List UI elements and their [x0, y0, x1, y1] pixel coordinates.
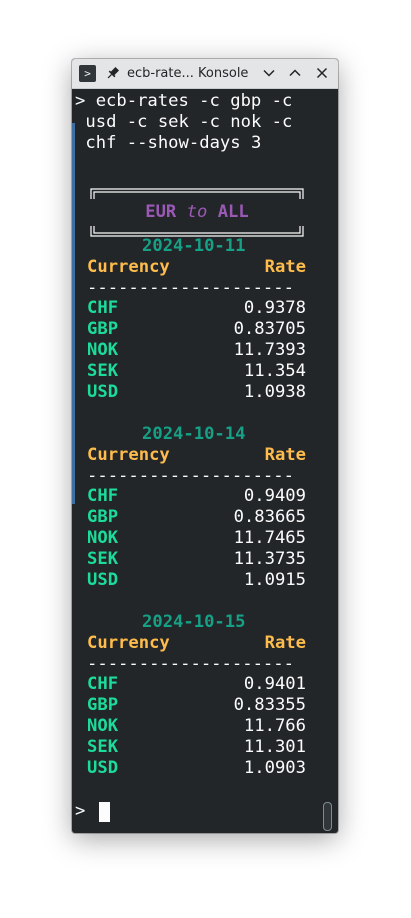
currency-rate: 1.0938: [243, 381, 306, 402]
currency-rate: 0.9401: [243, 674, 306, 695]
currency-code: SEK: [87, 548, 119, 569]
currency-code: GBP: [87, 695, 119, 716]
close-button[interactable]: [314, 65, 330, 81]
terminal-icon[interactable]: >: [79, 65, 96, 82]
currency-code: NOK: [87, 340, 119, 360]
currency-code: SEK: [87, 360, 119, 381]
currency-rate: 0.83665: [233, 507, 306, 528]
banner-to: ALL: [217, 202, 249, 222]
currency-code: GBP: [87, 319, 119, 340]
currency-rate: 11.7393: [233, 340, 306, 360]
table-divider: --------------------: [87, 653, 294, 674]
chevron-up-icon: [289, 69, 301, 77]
currency-code: USD: [87, 757, 119, 778]
currency-code: CHF: [87, 674, 119, 695]
currency-rate: 0.83705: [233, 319, 306, 340]
currency-rate: 0.9409: [243, 486, 306, 507]
date-heading: 2024-10-14: [142, 424, 246, 444]
currency-code: NOK: [87, 716, 119, 736]
window-title: ecb-rate... Konsole: [127, 66, 249, 81]
currency-code: SEK: [87, 736, 119, 757]
chevron-down-icon: [263, 69, 275, 77]
currency-rate: 1.0903: [243, 757, 306, 778]
currency-code: NOK: [87, 528, 119, 548]
column-header-rate: Rate: [264, 256, 306, 277]
date-heading: 2024-10-11: [142, 236, 246, 256]
final-prompt: >: [75, 801, 86, 821]
currency-rate: 11.354: [243, 360, 306, 381]
currency-code: CHF: [87, 298, 119, 319]
currency-rate: 1.0915: [243, 569, 306, 590]
banner-from: EUR: [145, 202, 177, 222]
currency-rate: 11.766: [243, 716, 306, 736]
date-heading: 2024-10-15: [142, 612, 246, 632]
column-header-rate: Rate: [264, 444, 306, 465]
table-divider: --------------------: [87, 465, 294, 486]
currency-rate: 11.3735: [233, 548, 306, 569]
currency-code: USD: [87, 569, 119, 590]
title-bar[interactable]: > ecb-rate... Konsole: [72, 59, 338, 89]
currency-rate: 11.7465: [233, 528, 306, 548]
banner-title: EUR to ALL: [89, 202, 305, 223]
column-header-currency: Currency: [87, 444, 170, 465]
currency-rate: 0.83355: [233, 695, 306, 716]
column-header-currency: Currency: [87, 632, 170, 653]
currency-code: USD: [87, 381, 119, 402]
terminal-output: EUR to ALL 2024-10-11 Currency Rate -------…: [72, 89, 338, 833]
minimize-button[interactable]: [261, 65, 277, 81]
pin-icon[interactable]: [106, 65, 120, 82]
column-header-rate: Rate: [264, 632, 306, 653]
close-icon: [316, 67, 328, 79]
text-cursor: [99, 802, 110, 822]
table-divider: --------------------: [87, 277, 294, 298]
currency-rate: 0.9378: [243, 298, 306, 319]
scrollbar-handle[interactable]: [323, 802, 332, 831]
currency-code: GBP: [87, 507, 119, 528]
currency-rate: 11.301: [243, 736, 306, 757]
column-header-currency: Currency: [87, 256, 170, 277]
maximize-button[interactable]: [287, 65, 303, 81]
banner-to-word: to: [186, 202, 208, 222]
currency-code: CHF: [87, 486, 119, 507]
banner-box: EUR to ALL: [89, 187, 305, 238]
